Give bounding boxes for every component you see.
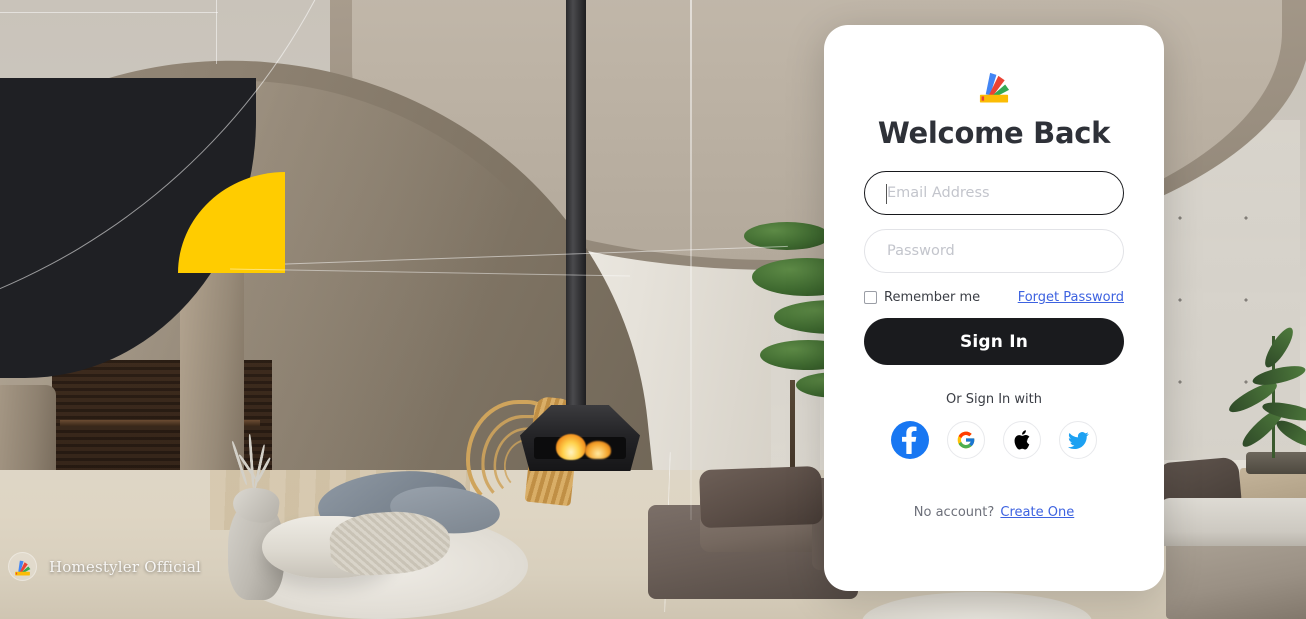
watermark: Homestyler Official (8, 552, 201, 581)
decorative-line-horizontal (0, 12, 218, 13)
remember-me-checkbox[interactable] (864, 291, 877, 304)
login-screen: Homestyler Official Welcome Back Email A… (0, 0, 1306, 619)
no-account-row: No account? Create One (914, 505, 1074, 520)
google-icon[interactable] (947, 421, 985, 459)
apple-icon[interactable] (1003, 421, 1041, 459)
watermark-label: Homestyler Official (49, 557, 201, 576)
homestyler-fan-logo-icon (976, 70, 1012, 103)
twitter-icon[interactable] (1059, 421, 1097, 459)
login-card: Welcome Back Remember me Forget Password… (824, 25, 1164, 591)
facebook-icon[interactable] (891, 421, 929, 459)
remember-me-control[interactable]: Remember me (864, 290, 980, 305)
social-login-row (891, 421, 1097, 459)
homestyler-fan-logo-icon (8, 552, 37, 581)
no-account-label: No account? (913, 505, 995, 520)
password-field[interactable] (864, 229, 1124, 273)
forgot-password-link[interactable]: Forget Password (1018, 290, 1124, 305)
sign-in-button[interactable]: Sign In (864, 318, 1124, 365)
decorative-line-vertical (216, 0, 217, 64)
remember-me-label: Remember me (884, 290, 981, 305)
create-account-link[interactable]: Create One (1000, 505, 1074, 520)
email-field[interactable] (864, 171, 1124, 215)
password-input[interactable] (887, 243, 1101, 259)
text-caret (886, 184, 887, 204)
remember-row: Remember me Forget Password (864, 290, 1124, 305)
email-input[interactable] (887, 185, 1101, 201)
or-sign-in-with-label: Or Sign In with (946, 392, 1042, 407)
page-title: Welcome Back (877, 116, 1111, 150)
